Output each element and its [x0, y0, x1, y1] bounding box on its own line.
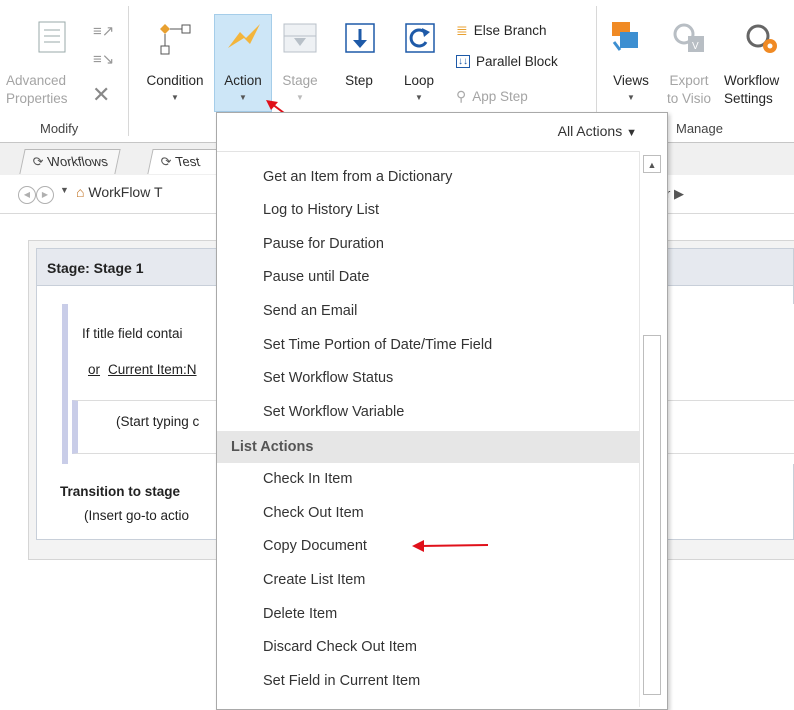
advanced-properties-icon — [37, 20, 67, 54]
breadcrumb-item: WorkFlow T — [88, 184, 163, 200]
all-actions-filter[interactable]: All Actions ▼ — [558, 123, 637, 139]
list-item[interactable]: Delete Item — [263, 606, 337, 622]
list-item[interactable]: Pause until Date — [263, 269, 369, 285]
step-icon — [344, 22, 376, 54]
workflow-icon: ⟳ — [159, 154, 174, 169]
workflow-settings-icon — [744, 20, 780, 56]
workflow-icon: ⟳ — [31, 154, 46, 169]
forward-icon[interactable]: ▶ — [36, 186, 54, 204]
list-item[interactable]: Set Workflow Variable — [263, 404, 404, 420]
list-item[interactable]: Set Time Portion of Date/Time Field — [263, 337, 492, 353]
dropdown-scrollbar[interactable]: ▲ — [639, 151, 666, 707]
tab-workflows-label: Workflows — [45, 154, 109, 169]
list-item[interactable]: Send an Email — [263, 303, 357, 319]
list-item[interactable]: Log to History List — [263, 202, 379, 218]
condition-button[interactable]: Condition ▼ — [136, 72, 214, 103]
list-item[interactable]: Set Field in Current Item — [263, 673, 420, 689]
condition-icon — [158, 20, 192, 56]
caret-down-icon: ▼ — [626, 127, 637, 139]
loop-icon — [404, 22, 436, 54]
views-icon — [608, 20, 642, 56]
export-label-line2: to Visio — [666, 91, 712, 106]
app-step-button[interactable]: ⚲ App Step — [456, 88, 528, 105]
current-item-link[interactable]: Current Item:N — [108, 362, 197, 377]
list-item[interactable]: Discard Check Out Item — [263, 639, 417, 655]
breadcrumb[interactable]: ⌂ WorkFlow T — [76, 184, 163, 200]
advanced-properties-label: Advanced Properties — [6, 73, 68, 106]
export-to-visio-button[interactable]: Export to Visio — [660, 72, 718, 108]
list-item[interactable]: Get an Item from a Dictionary — [263, 169, 452, 185]
breadcrumb-dropdown-icon[interactable]: ▼ — [60, 185, 69, 195]
start-typing-text[interactable]: (Start typing c — [116, 414, 199, 429]
back-icon[interactable]: ◀ — [18, 186, 36, 204]
or-link[interactable]: or — [88, 362, 100, 377]
tab-test-label: Test — [173, 154, 201, 169]
stage-icon — [282, 22, 318, 54]
list-item[interactable]: Check Out Item — [263, 505, 364, 521]
action-dropdown: All Actions ▼ Get an Item from a Diction… — [216, 112, 668, 710]
svg-text:V: V — [692, 41, 699, 52]
dropdown-header: All Actions ▼ — [217, 113, 665, 152]
workflow-settings-label-line2: Settings — [724, 91, 773, 106]
stage-label: Stage — [282, 73, 318, 88]
workflow-settings-button[interactable]: Workflow Settings — [724, 72, 794, 108]
transition-title: Transition to stage — [60, 484, 181, 499]
views-button[interactable]: Views ▼ — [606, 72, 656, 103]
chevron-down-icon: ▼ — [171, 93, 179, 102]
parallel-block-label: Parallel Block — [476, 54, 558, 69]
breadcrumb-right[interactable]: r ▶ — [666, 186, 684, 202]
condition-label: Condition — [146, 73, 204, 88]
list-item[interactable]: Create List Item — [263, 572, 365, 588]
export-label-line1: Export — [669, 73, 709, 88]
parallel-block-button[interactable]: ↓↓ Parallel Block — [456, 54, 558, 69]
insert-goto-text[interactable]: (Insert go-to actio — [84, 508, 189, 523]
app-step-label: App Step — [472, 89, 528, 104]
scroll-up-icon[interactable]: ▲ — [643, 155, 661, 173]
condition-text[interactable]: If title field contai — [82, 326, 183, 341]
export-to-visio-icon: V — [672, 20, 708, 56]
copy-document-item[interactable]: Copy Document — [263, 538, 367, 554]
parallel-block-icon: ↓↓ — [456, 55, 470, 68]
modify-group-label: Modify — [40, 121, 79, 136]
workflow-settings-label-line1: Workflow — [724, 73, 780, 88]
manage-group-label: Manage — [676, 121, 723, 136]
chevron-down-icon: ▼ — [627, 93, 635, 102]
chevron-down-icon: ▼ — [415, 93, 423, 102]
action-label: Action — [224, 73, 262, 88]
tab-workflows[interactable]: ⟳ Workflows — [19, 149, 121, 174]
else-branch-icon: ≣ — [456, 22, 468, 38]
home-icon: ⌂ — [76, 184, 85, 200]
else-branch-button[interactable]: ≣ Else Branch — [456, 22, 547, 39]
else-branch-label: Else Branch — [473, 23, 547, 38]
step-label: Step — [345, 73, 373, 88]
action-icon — [226, 22, 262, 52]
list-item[interactable]: Check In Item — [263, 471, 352, 487]
move-down-icon: ≡↘ — [93, 51, 115, 68]
all-actions-label: All Actions — [557, 123, 623, 139]
list-item[interactable]: Pause for Duration — [263, 236, 384, 252]
loop-label: Loop — [403, 73, 435, 88]
move-up-icon: ≡↗ — [93, 23, 115, 40]
views-label: Views — [613, 73, 649, 88]
advanced-properties-button[interactable]: Advanced Properties — [6, 72, 68, 108]
loop-button[interactable]: Loop ▼ — [396, 72, 442, 103]
annotation-arrow-copy-document — [412, 540, 489, 552]
list-actions-category: List Actions — [217, 431, 639, 463]
list-item[interactable]: Set Workflow Status — [263, 370, 393, 386]
scroll-thumb[interactable] — [643, 335, 661, 695]
delete-icon[interactable]: ✕ — [92, 82, 110, 108]
key-icon: ⚲ — [456, 88, 467, 104]
step-button[interactable]: Step — [336, 72, 382, 90]
